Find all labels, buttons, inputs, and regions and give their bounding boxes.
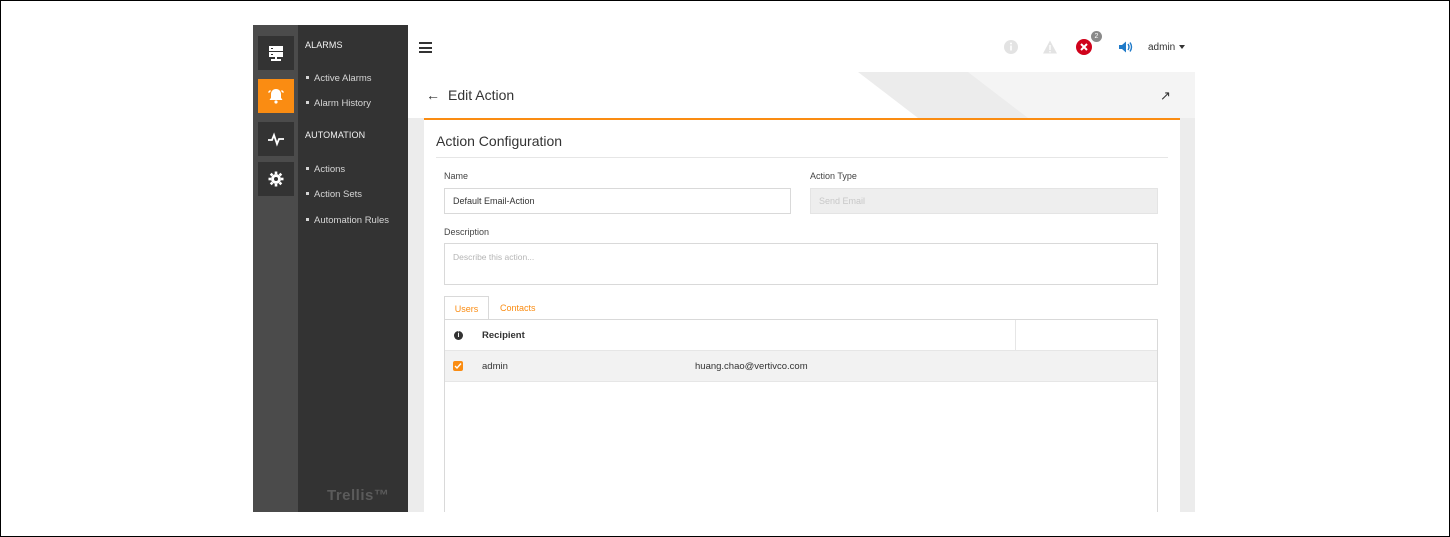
- divider: [436, 157, 1168, 158]
- critical-alarm-icon[interactable]: [1075, 38, 1093, 56]
- menu-item-automation-rules[interactable]: Automation Rules: [306, 215, 389, 226]
- main-content: ← Edit Action ↗ Action Configuration Nam…: [408, 72, 1195, 512]
- hamburger-menu-icon[interactable]: [419, 42, 432, 53]
- notification-count-badge: 2: [1091, 31, 1102, 42]
- menu-item-alarm-history[interactable]: Alarm History: [306, 98, 371, 109]
- recipient-email: huang.chao@vertivco.com: [695, 361, 808, 372]
- action-configuration-card: Action Configuration Name Default Email-…: [424, 118, 1180, 512]
- table-row[interactable]: admin huang.chao@vertivco.com: [445, 351, 1157, 382]
- info-icon[interactable]: [1003, 39, 1019, 55]
- action-type-field: Send Email: [810, 188, 1158, 214]
- icon-rail: [253, 25, 298, 512]
- info-icon: i: [454, 331, 463, 340]
- name-label: Name: [444, 171, 469, 181]
- menu-item-action-sets[interactable]: Action Sets: [306, 189, 362, 200]
- server-icon[interactable]: [258, 36, 294, 70]
- recipient-user: admin: [482, 361, 508, 372]
- page-title: Edit Action: [448, 87, 515, 103]
- sidebar-menu: ALARMS Active Alarms Alarm History AUTOM…: [298, 25, 408, 512]
- description-field[interactable]: Describe this action...: [444, 243, 1158, 285]
- brand-logo: Trellis™: [327, 487, 390, 504]
- recipient-table: i Recipient admin huang.chao@vertivco.co…: [444, 320, 1158, 512]
- column-header-recipient: Recipient: [482, 330, 525, 341]
- settings-gear-icon[interactable]: [258, 162, 294, 196]
- user-menu[interactable]: admin: [1148, 42, 1186, 53]
- description-label: Description: [444, 227, 490, 237]
- menu-item-actions[interactable]: Actions: [306, 164, 345, 175]
- menu-heading-automation: AUTOMATION: [305, 130, 366, 140]
- back-arrow-icon[interactable]: ←: [426, 87, 440, 103]
- name-field[interactable]: Default Email-Action: [444, 188, 791, 214]
- card-title: Action Configuration: [436, 133, 563, 149]
- tab-users[interactable]: Users: [444, 296, 489, 320]
- menu-heading-alarms: ALARMS: [305, 40, 343, 50]
- row-checkbox[interactable]: [453, 361, 463, 371]
- table-header: i Recipient: [445, 320, 1157, 351]
- top-bar: 2 admin: [408, 25, 1195, 72]
- action-type-label: Action Type: [810, 171, 857, 181]
- alarm-bell-icon[interactable]: [258, 79, 294, 113]
- speaker-icon[interactable]: [1118, 39, 1134, 55]
- pulse-icon[interactable]: [258, 122, 294, 156]
- chevron-down-icon: [1179, 45, 1186, 50]
- tab-contacts[interactable]: Contacts: [494, 296, 542, 320]
- warning-icon[interactable]: [1042, 39, 1058, 55]
- menu-item-active-alarms[interactable]: Active Alarms: [306, 73, 372, 84]
- expand-icon[interactable]: ↗: [1160, 88, 1171, 104]
